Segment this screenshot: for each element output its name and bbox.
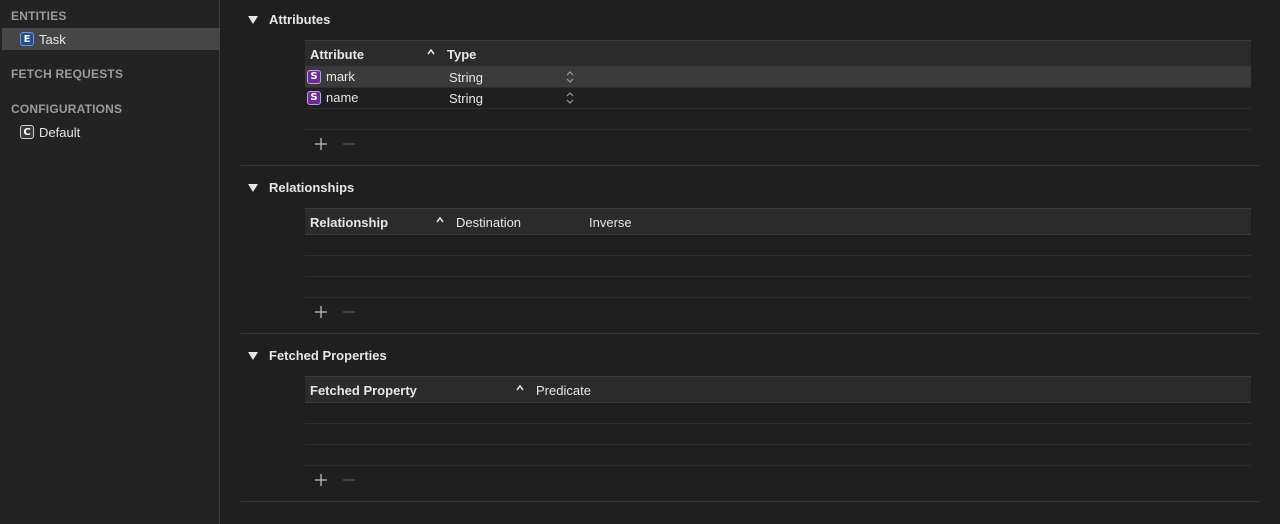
table-row-empty (305, 256, 1251, 277)
string-attribute-icon: S (307, 90, 321, 105)
section-title: Fetched Properties (269, 348, 387, 363)
disclosure-triangle-down-icon[interactable] (248, 15, 258, 24)
popup-stepper-icon[interactable] (566, 70, 574, 84)
relationships-add-remove (313, 304, 369, 320)
entities-header: ENTITIES (11, 9, 67, 23)
core-data-model-editor: ENTITIES E Task FETCH REQUESTS CONFIGURA… (0, 0, 1280, 524)
sidebar-item-default[interactable]: C Default (2, 121, 220, 143)
table-row-empty (305, 445, 1251, 466)
table-row[interactable]: S mark String (305, 67, 1251, 88)
attributes-table: Attribute Type S mark String S name Stri… (305, 40, 1251, 130)
sidebar-item-label: Task (39, 31, 66, 47)
plus-icon[interactable] (313, 304, 329, 320)
configurations-header: CONFIGURATIONS (11, 102, 123, 116)
attributes-add-remove (313, 136, 369, 152)
configuration-badge-icon: C (20, 125, 34, 139)
fetch-requests-header: FETCH REQUESTS (11, 67, 124, 81)
section-title: Attributes (269, 12, 331, 27)
attribute-type[interactable]: String (449, 91, 483, 106)
table-row-empty (305, 235, 1251, 256)
table-row-empty (305, 424, 1251, 445)
column-header-predicate[interactable]: Predicate (536, 383, 591, 398)
sidebar-item-task[interactable]: E Task (2, 28, 220, 50)
disclosure-triangle-down-icon[interactable] (248, 183, 258, 192)
column-header-inverse[interactable]: Inverse (589, 215, 632, 230)
attribute-type[interactable]: String (449, 70, 483, 85)
minus-icon[interactable] (341, 136, 357, 152)
table-row-empty (305, 403, 1251, 424)
entity-editor: Attributes Attribute Type S mark String (221, 0, 1280, 524)
relationships-table: Relationship Destination Inverse (305, 208, 1251, 298)
column-header-type[interactable]: Type (447, 47, 476, 62)
sort-ascending-caret-icon[interactable] (436, 216, 444, 224)
sidebar-item-label: Default (39, 124, 81, 140)
table-header: Fetched Property Predicate (305, 376, 1251, 403)
section-divider (241, 165, 1260, 166)
section-title: Relationships (269, 180, 355, 195)
section-divider (241, 501, 1260, 502)
table-header: Attribute Type (305, 40, 1251, 67)
string-attribute-icon: S (307, 69, 321, 84)
table-row-empty (305, 109, 1251, 130)
column-header-attribute[interactable]: Attribute (310, 47, 364, 62)
entity-badge-icon: E (20, 32, 34, 46)
attribute-name[interactable]: name (326, 90, 359, 105)
entity-sidebar: ENTITIES E Task FETCH REQUESTS CONFIGURA… (0, 0, 220, 524)
sort-ascending-caret-icon[interactable] (427, 48, 435, 56)
column-header-relationship[interactable]: Relationship (310, 215, 388, 230)
column-header-fetched-property[interactable]: Fetched Property (310, 383, 417, 398)
minus-icon[interactable] (341, 304, 357, 320)
attributes-section-header[interactable]: Attributes (248, 12, 330, 27)
table-row[interactable]: S name String (305, 88, 1251, 109)
popup-stepper-icon[interactable] (566, 91, 574, 105)
table-row-empty (305, 277, 1251, 298)
attribute-name[interactable]: mark (326, 69, 355, 84)
relationships-section-header[interactable]: Relationships (248, 180, 354, 195)
column-header-destination[interactable]: Destination (456, 215, 521, 230)
fetched-properties-table: Fetched Property Predicate (305, 376, 1251, 466)
sort-ascending-caret-icon[interactable] (516, 384, 524, 392)
minus-icon[interactable] (341, 472, 357, 488)
fetched-properties-add-remove (313, 472, 369, 488)
disclosure-triangle-down-icon[interactable] (248, 351, 258, 360)
plus-icon[interactable] (313, 136, 329, 152)
fetched-properties-section-header[interactable]: Fetched Properties (248, 348, 387, 363)
table-header: Relationship Destination Inverse (305, 208, 1251, 235)
plus-icon[interactable] (313, 472, 329, 488)
section-divider (241, 333, 1260, 334)
